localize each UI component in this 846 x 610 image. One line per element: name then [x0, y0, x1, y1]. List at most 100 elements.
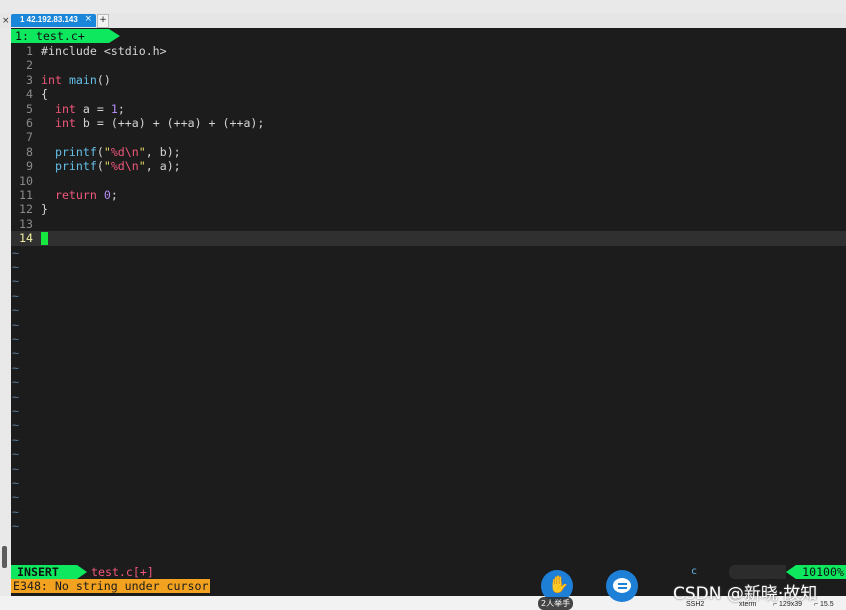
line-code: int a = 1; — [41, 102, 125, 116]
code-token: " — [103, 159, 111, 174]
line-number: 13 — [19, 216, 33, 231]
line-code: #include <stdio.h> — [41, 44, 167, 58]
code-token: { — [41, 87, 48, 102]
empty-line-tilde: ~ — [12, 303, 19, 318]
code-line[interactable]: 11 return 0; — [11, 188, 846, 202]
line-code: return 0; — [41, 188, 118, 202]
line-code: int main() — [41, 73, 111, 87]
hand-icon: ✋ — [548, 575, 570, 595]
code-token: } — [41, 202, 48, 217]
line-number: 5 — [26, 101, 33, 116]
tab-close-icon[interactable]: × — [84, 14, 92, 24]
line-code: printf("%d\n", a); — [41, 159, 181, 173]
session-tab[interactable]: 1 42.192.83.143 × — [11, 14, 96, 27]
code-token: " — [138, 144, 146, 159]
code-token: ( — [96, 159, 104, 174]
code-line[interactable]: 13 — [11, 217, 846, 231]
code-token: ; — [117, 101, 125, 116]
line-code: int b = (++a) + (++a) + (++a); — [41, 116, 264, 130]
buffer-tab[interactable]: 1: test.c+ — [11, 29, 109, 43]
empty-line-tilde: ~ — [12, 447, 19, 462]
code-line[interactable]: 8 printf("%d\n", b); — [11, 145, 846, 159]
line-number: 2 — [26, 58, 33, 73]
code-token: " — [103, 144, 111, 159]
new-tab-button[interactable]: + — [97, 14, 109, 28]
position-label: 10100% — [802, 565, 844, 579]
code-token: printf — [54, 144, 97, 159]
code-line[interactable]: 1 #include <stdio.h> — [11, 44, 846, 58]
code-token: , a); — [145, 159, 181, 174]
terminal-window[interactable]: 1: test.c+ 1 #include <stdio.h> 2 3 int main… — [11, 28, 846, 596]
code-line[interactable]: 12} — [11, 202, 846, 216]
code-token: ; — [110, 188, 118, 202]
line-number: 10 — [19, 173, 33, 188]
code-token: ( — [96, 144, 104, 159]
line-number: 8 — [26, 144, 33, 159]
code-line[interactable]: 7 — [11, 130, 846, 144]
code-token: b = (++a) + (++a) + (++a); — [75, 116, 265, 130]
code-line-current[interactable]: 14 — [11, 231, 846, 246]
line-number: 6 — [26, 116, 33, 130]
empty-line-tilde: ~ — [12, 260, 19, 274]
empty-line-tilde: ~ — [12, 332, 19, 346]
empty-line-tilde: ~ — [12, 375, 19, 390]
code-token: () — [96, 72, 111, 87]
line-code: printf("%d\n", b); — [41, 145, 181, 159]
code-token: %d — [110, 144, 125, 159]
line-code: } — [41, 202, 48, 216]
code-token: return — [54, 188, 97, 202]
empty-line-tilde: ~ — [12, 317, 19, 332]
mode-label: INSERT — [17, 565, 59, 579]
empty-line-tilde: ~ — [12, 490, 19, 505]
text-cursor — [41, 232, 48, 246]
status-filetype: c — [691, 566, 698, 577]
error-message-text: E348: No string under cursor — [13, 579, 209, 593]
line-number: 14 — [19, 231, 33, 246]
chat-button[interactable] — [606, 570, 638, 602]
code-line[interactable]: 9 printf("%d\n", a); — [11, 159, 846, 173]
session-tab-title: 1 42.192.83.143 — [20, 15, 78, 24]
code-token: int — [54, 101, 76, 116]
code-token: 0 — [103, 188, 111, 202]
code-token: 1 — [110, 101, 118, 116]
code-line[interactable]: 3 int main() — [11, 73, 846, 87]
empty-line-tilde: ~ — [12, 245, 19, 260]
code-token: , b); — [145, 144, 181, 159]
code-token: \n — [124, 144, 139, 159]
watermark: CSDN @新晓·故知 — [673, 584, 818, 604]
status-filename: test.c[+] — [91, 565, 154, 579]
error-message: E348: No string under cursor — [11, 579, 211, 593]
code-line[interactable]: 2 — [11, 58, 846, 72]
status-section — [729, 565, 786, 579]
code-token: printf — [54, 159, 97, 174]
empty-line-tilde: ~ — [12, 519, 19, 534]
empty-line-tilde: ~ — [12, 389, 19, 404]
code-line[interactable]: 5 int a = 1; — [11, 102, 846, 116]
raise-hand-count: 2人举手 — [538, 597, 574, 610]
scroll-handle[interactable] — [2, 546, 7, 568]
line-number: 12 — [19, 202, 33, 217]
line-number: 11 — [19, 188, 33, 202]
code-token: a = — [75, 101, 111, 116]
empty-line-tilde: ~ — [12, 288, 19, 303]
code-token: " — [138, 159, 146, 174]
line-number: 7 — [26, 130, 33, 145]
mode-indicator: INSERT — [11, 565, 77, 579]
line-number: 4 — [26, 87, 33, 102]
code-line[interactable]: 10 — [11, 174, 846, 188]
line-number: 3 — [26, 72, 33, 87]
code-line[interactable]: 6 int b = (++a) + (++a) + (++a); — [11, 116, 846, 130]
code-line[interactable]: 4{ — [11, 87, 846, 101]
position-indicator: 10100% — [796, 565, 846, 579]
empty-line-tilde: ~ — [12, 274, 19, 289]
code-token: int — [41, 72, 62, 87]
strip-close-icon[interactable]: × — [2, 16, 10, 26]
mode-arrow — [77, 565, 87, 579]
buffer-tab-label: 1: test.c+ — [15, 29, 85, 43]
